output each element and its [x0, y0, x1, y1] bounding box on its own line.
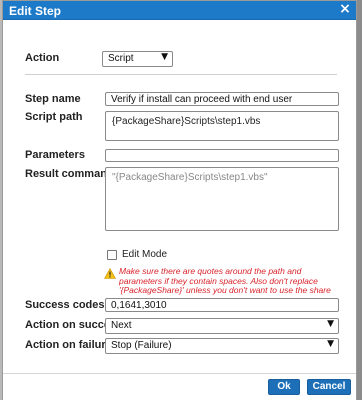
step-name-label: Step name [25, 93, 81, 105]
edit-step-dialog: Edit Step × Action Script ▼ Step name Ve… [2, 0, 357, 400]
action-select-value: Script [108, 53, 134, 64]
dialog-title: Edit Step [9, 4, 62, 18]
success-codes-input[interactable]: 0,1641,3010 [105, 298, 339, 312]
chevron-down-icon: ▼ [327, 319, 334, 329]
script-path-textarea[interactable]: {PackageShare}Scripts\step1.vbs [105, 111, 339, 141]
dialog-footer: Ok Cancel [3, 373, 356, 400]
ok-button[interactable]: Ok [268, 379, 300, 395]
action-on-success-value: Next [111, 320, 132, 331]
action-select[interactable]: Script ▼ [102, 51, 173, 67]
warning-message: Make sure there are quotes around the pa… [119, 266, 331, 295]
edit-mode-checkbox[interactable] [107, 250, 117, 260]
success-codes-label: Success codes [25, 299, 105, 311]
result-command-textarea[interactable]: "{PackageShare}Scripts\step1.vbs" [105, 167, 339, 231]
warning-icon [104, 268, 116, 279]
result-command-label: Result command [25, 168, 114, 180]
cancel-button[interactable]: Cancel [307, 379, 351, 395]
action-label: Action [25, 52, 60, 64]
chevron-down-icon: ▼ [161, 52, 168, 62]
edit-mode-label: Edit Mode [122, 249, 168, 260]
parameters-input[interactable] [105, 149, 339, 162]
divider [25, 74, 337, 75]
action-on-failure-select[interactable]: Stop (Failure) ▼ [105, 338, 339, 354]
action-on-success-select[interactable]: Next ▼ [105, 318, 339, 334]
chevron-down-icon: ▼ [327, 339, 334, 349]
action-on-failure-value: Stop (Failure) [111, 340, 172, 351]
script-path-label: Script path [25, 111, 83, 123]
step-name-input[interactable]: Verify if install can proceed with end u… [105, 92, 339, 106]
action-on-failure-label: Action on failure [25, 339, 112, 351]
close-icon[interactable]: × [338, 2, 352, 16]
dialog-titlebar: Edit Step × [3, 1, 356, 20]
parameters-label: Parameters [25, 149, 85, 161]
